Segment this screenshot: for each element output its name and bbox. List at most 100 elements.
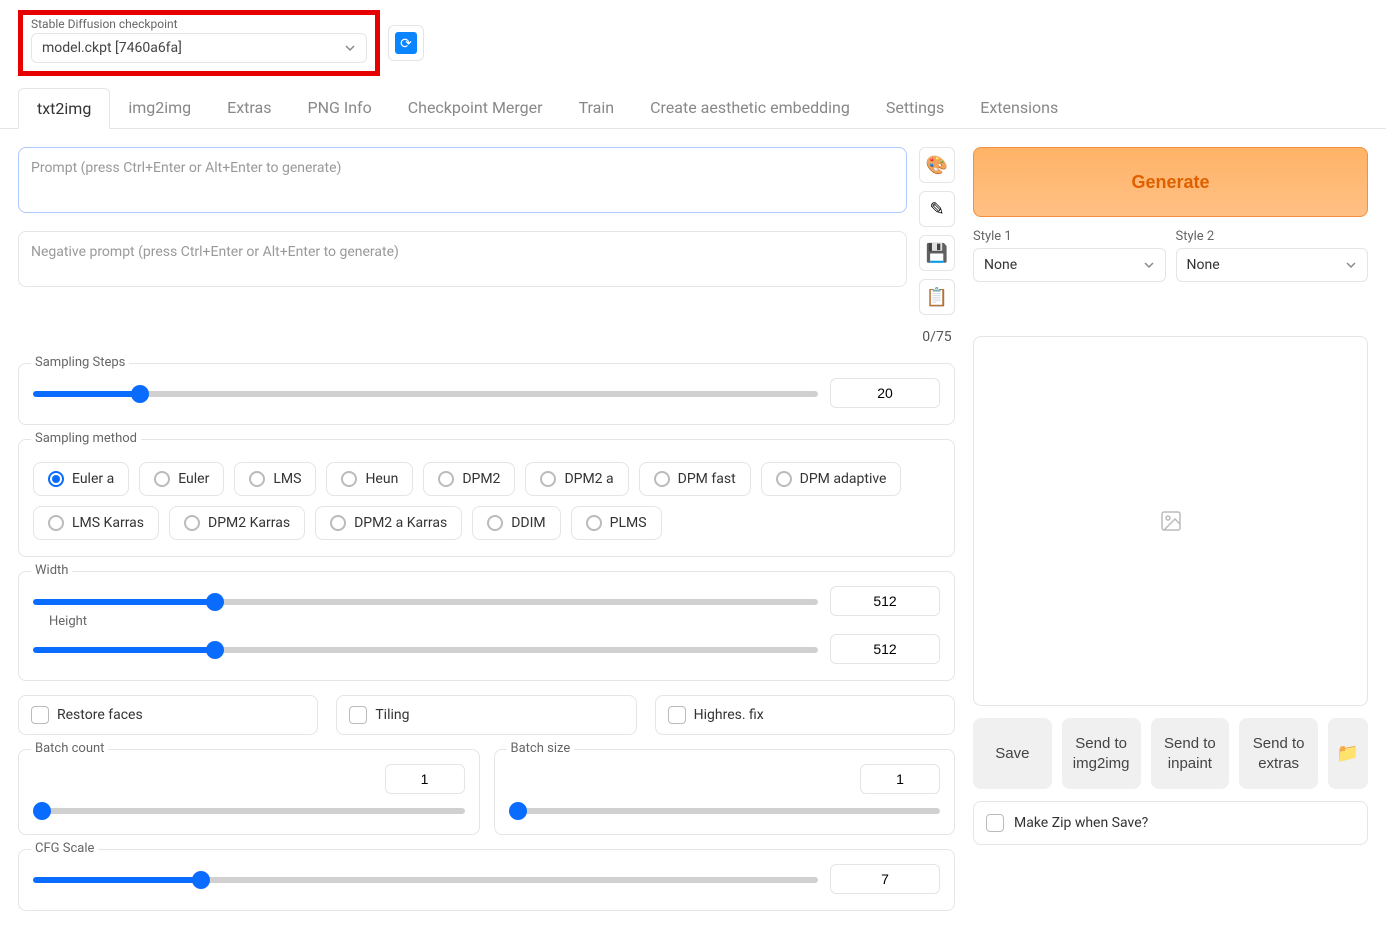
radio-icon — [540, 471, 556, 487]
height-label: Height — [45, 614, 91, 629]
chevron-down-icon — [344, 42, 356, 54]
batch-count-label: Batch count — [31, 741, 108, 756]
width-value[interactable] — [830, 586, 940, 616]
paste-button[interactable]: 📋 — [919, 279, 955, 315]
pencil-icon: ✎ — [929, 199, 944, 220]
cfg-scale-label: CFG Scale — [31, 841, 98, 856]
tab-txt2img[interactable]: txt2img — [18, 88, 110, 129]
radio-icon — [154, 471, 170, 487]
send-to-extras-button[interactable]: Send to extras — [1239, 718, 1318, 789]
style1-select[interactable]: None — [973, 248, 1166, 282]
tab-checkpoint-merger[interactable]: Checkpoint Merger — [390, 88, 561, 128]
send-to-inpaint-button[interactable]: Send to inpaint — [1151, 718, 1230, 789]
radio-icon — [487, 515, 503, 531]
chevron-down-icon — [1143, 259, 1155, 271]
tab-extras[interactable]: Extras — [209, 88, 289, 128]
sampler-heun[interactable]: Heun — [326, 462, 413, 496]
radio-icon — [341, 471, 357, 487]
tiling-checkbox[interactable]: Tiling — [336, 695, 636, 735]
chevron-down-icon — [1345, 259, 1357, 271]
folder-icon: 📁 — [1337, 743, 1359, 764]
sampler-euler-a[interactable]: Euler a — [33, 462, 129, 496]
sampling-steps-slider[interactable] — [33, 391, 818, 397]
width-slider[interactable] — [33, 599, 818, 605]
negative-prompt-input[interactable] — [18, 231, 907, 287]
sampler-dpm-fast[interactable]: DPM fast — [639, 462, 751, 496]
checkpoint-highlight: Stable Diffusion checkpoint model.ckpt [… — [18, 10, 380, 76]
image-placeholder-icon — [1159, 509, 1183, 533]
sampling-steps-group: Sampling Steps — [18, 363, 955, 425]
batch-size-slider[interactable] — [509, 808, 941, 814]
sampler-ddim[interactable]: DDIM — [472, 506, 560, 540]
tab-settings[interactable]: Settings — [868, 88, 962, 128]
send-to-img2img-button[interactable]: Send to img2img — [1062, 718, 1141, 789]
sampling-method-group: Sampling method Euler aEulerLMSHeunDPM2D… — [18, 439, 955, 557]
height-slider[interactable] — [33, 647, 818, 653]
sampler-lms-karras[interactable]: LMS Karras — [33, 506, 159, 540]
batch-size-label: Batch size — [507, 741, 575, 756]
palette-icon: 🎨 — [926, 155, 948, 176]
sampler-dpm2-a-karras[interactable]: DPM2 a Karras — [315, 506, 462, 540]
sampler-dpm-adaptive[interactable]: DPM adaptive — [761, 462, 902, 496]
edit-button[interactable]: ✎ — [919, 191, 955, 227]
tab-train[interactable]: Train — [561, 88, 633, 128]
sampling-steps-label: Sampling Steps — [31, 355, 129, 370]
checkpoint-value: model.ckpt [7460a6fa] — [42, 40, 182, 56]
token-counter: 0/75 — [922, 329, 951, 345]
generate-button[interactable]: Generate — [973, 147, 1368, 217]
save-button[interactable]: Save — [973, 718, 1052, 789]
highres-fix-checkbox[interactable]: Highres. fix — [655, 695, 955, 735]
sampler-dpm2-karras[interactable]: DPM2 Karras — [169, 506, 305, 540]
tab-png-info[interactable]: PNG Info — [289, 88, 389, 128]
style-button[interactable]: 🎨 — [919, 147, 955, 183]
sampling-method-label: Sampling method — [31, 431, 141, 446]
sampler-dpm2-a[interactable]: DPM2 a — [525, 462, 628, 496]
open-folder-button[interactable]: 📁 — [1328, 718, 1368, 789]
tab-create-aesthetic-embedding[interactable]: Create aesthetic embedding — [632, 88, 868, 128]
refresh-icon: ⟳ — [395, 32, 417, 54]
checkbox-icon — [31, 706, 49, 724]
radio-icon — [330, 515, 346, 531]
radio-icon — [249, 471, 265, 487]
sampler-euler[interactable]: Euler — [139, 462, 224, 496]
prompt-input[interactable] — [18, 147, 907, 213]
batch-count-value[interactable] — [385, 764, 465, 794]
floppy-icon: 💾 — [926, 243, 948, 264]
save-prompt-button[interactable]: 💾 — [919, 235, 955, 271]
cfg-scale-value[interactable] — [830, 864, 940, 894]
output-preview — [973, 336, 1368, 706]
radio-icon — [48, 515, 64, 531]
sampling-steps-value[interactable] — [830, 378, 940, 408]
radio-icon — [654, 471, 670, 487]
batch-size-value[interactable] — [860, 764, 940, 794]
radio-icon — [776, 471, 792, 487]
radio-icon — [586, 515, 602, 531]
radio-icon — [438, 471, 454, 487]
style2-label: Style 2 — [1176, 229, 1369, 244]
cfg-scale-slider[interactable] — [33, 877, 818, 883]
refresh-checkpoint-button[interactable]: ⟳ — [388, 25, 424, 61]
sampler-plms[interactable]: PLMS — [571, 506, 662, 540]
checkbox-icon — [986, 814, 1004, 832]
batch-count-group: Batch count — [18, 749, 480, 835]
tab-img2img[interactable]: img2img — [110, 88, 209, 128]
main-tabs: txt2imgimg2imgExtrasPNG InfoCheckpoint M… — [0, 88, 1386, 129]
restore-faces-checkbox[interactable]: Restore faces — [18, 695, 318, 735]
height-value[interactable] — [830, 634, 940, 664]
checkbox-icon — [668, 706, 686, 724]
batch-count-slider[interactable] — [33, 808, 465, 814]
style1-label: Style 1 — [973, 229, 1166, 244]
checkpoint-label: Stable Diffusion checkpoint — [31, 17, 367, 31]
sampler-dpm2[interactable]: DPM2 — [423, 462, 515, 496]
checkpoint-select[interactable]: model.ckpt [7460a6fa] — [31, 33, 367, 63]
make-zip-checkbox[interactable]: Make Zip when Save? — [973, 801, 1368, 845]
sampler-lms[interactable]: LMS — [234, 462, 316, 496]
checkbox-icon — [349, 706, 367, 724]
dimensions-group: Width Height — [18, 571, 955, 681]
clipboard-icon: 📋 — [926, 287, 948, 308]
tab-extensions[interactable]: Extensions — [962, 88, 1076, 128]
style2-select[interactable]: None — [1176, 248, 1369, 282]
radio-icon — [184, 515, 200, 531]
batch-size-group: Batch size — [494, 749, 956, 835]
width-label: Width — [31, 563, 72, 578]
